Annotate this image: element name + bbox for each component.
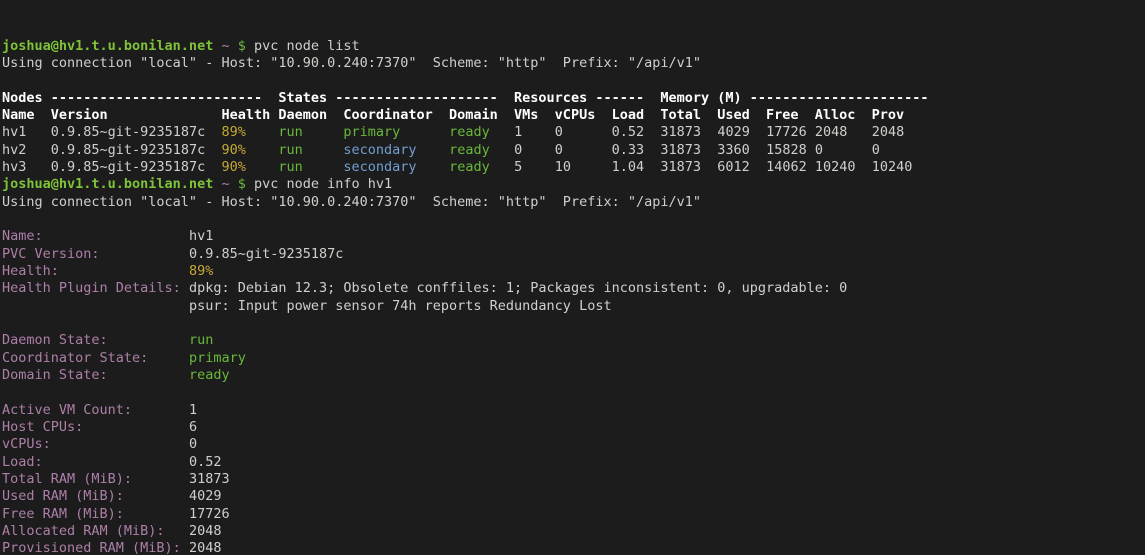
info-load: Load: 0.52 — [2, 454, 1145, 471]
blank-line — [2, 211, 1145, 228]
info-used-ram: Used RAM (MiB): 4029 — [2, 488, 1145, 505]
connection-info: Using connection "local" - Host: "10.90.… — [2, 194, 1145, 211]
info-active-vm-count: Active VM Count: 1 — [2, 402, 1145, 419]
info-coordinator-state: Coordinator State: primary — [2, 350, 1145, 367]
prompt-node-info: joshua@hv1.t.u.bonilan.net ~ $ pvc node … — [2, 176, 1145, 193]
info-health-plugin-details: Health Plugin Details: dpkg: Debian 12.3… — [2, 280, 1145, 297]
blank-line — [2, 72, 1145, 89]
info-pvc-version: PVC Version: 0.9.85~git-9235187c — [2, 246, 1145, 263]
blank-line — [2, 315, 1145, 332]
node-row-hv3: hv3 0.9.85~git-9235187c 90% run secondar… — [2, 159, 1145, 176]
table-group-header: Nodes -------------------------- States … — [2, 90, 1145, 107]
connection-info: Using connection "local" - Host: "10.90.… — [2, 55, 1145, 72]
info-host-cpus: Host CPUs: 6 — [2, 419, 1145, 436]
blank-line — [2, 384, 1145, 401]
node-row-hv2: hv2 0.9.85~git-9235187c 90% run secondar… — [2, 142, 1145, 159]
info-domain-state: Domain State: ready — [2, 367, 1145, 384]
info-health-plugin-details-cont: psur: Input power sensor 74h reports Red… — [2, 298, 1145, 315]
prompt-node-list: joshua@hv1.t.u.bonilan.net ~ $ pvc node … — [2, 38, 1145, 55]
info-allocated-ram: Allocated RAM (MiB): 2048 — [2, 523, 1145, 540]
terminal-screen: joshua@hv1.t.u.bonilan.net ~ $ pvc node … — [2, 38, 1145, 555]
table-column-header: Name Version Health Daemon Coordinator D… — [2, 107, 1145, 124]
info-name: Name: hv1 — [2, 228, 1145, 245]
node-row-hv1: hv1 0.9.85~git-9235187c 89% run primary … — [2, 124, 1145, 141]
info-free-ram: Free RAM (MiB): 17726 — [2, 506, 1145, 523]
info-health: Health: 89% — [2, 263, 1145, 280]
info-daemon-state: Daemon State: run — [2, 332, 1145, 349]
terminal-window[interactable]: joshua@hv1.t.u.bonilan.net ~ $ pvc node … — [0, 0, 1145, 555]
info-vcpus: vCPUs: 0 — [2, 436, 1145, 453]
info-total-ram: Total RAM (MiB): 31873 — [2, 471, 1145, 488]
info-provisioned-ram: Provisioned RAM (MiB): 2048 — [2, 540, 1145, 555]
